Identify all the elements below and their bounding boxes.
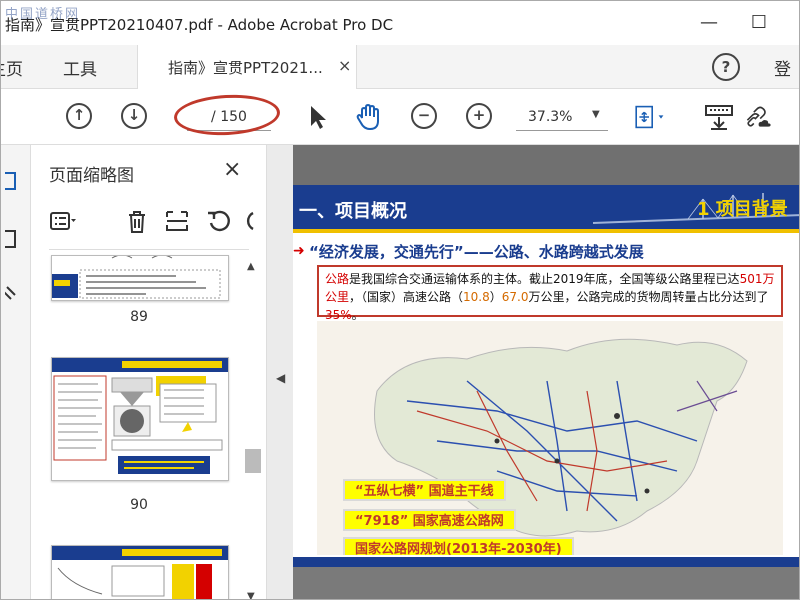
delete-page-icon[interactable] — [123, 207, 151, 235]
zoom-in-icon[interactable]: + — [466, 103, 492, 129]
info-box: 公路是我国综合交通运输体系的主体。截止2019年底，全国等级公路里程已达501万… — [317, 265, 783, 322]
title-bar: 指南》宣贯PPT20210407.pdf - Adobe Acrobat Pro… — [1, 1, 799, 45]
thumbnail-90-preview — [52, 358, 228, 474]
zoom-out-icon[interactable]: − — [411, 103, 437, 129]
select-cursor-icon[interactable] — [301, 101, 333, 133]
watermark: 中国道桥网 — [5, 7, 81, 22]
info-text-1: 是我国综合交通运输体系的主体。截止2019年底，全国等级公路里程已达 — [349, 272, 740, 286]
arrow-bullet-icon: ➜ — [293, 243, 305, 259]
slide-header: 一、项目概况 1 项目背景 — [293, 185, 799, 233]
close-panel-icon[interactable]: × — [223, 157, 241, 182]
document-tab[interactable]: 指南》宣贯PPT2021... × — [137, 45, 357, 89]
header-accent-line — [293, 229, 799, 233]
panel-divider — [49, 249, 249, 250]
info-text-5: 。 — [351, 308, 364, 322]
thumbnail-label-90: 90 — [130, 497, 148, 513]
menu-bar: 主页 工具 指南》宣贯PPT2021... × ? 登 — [1, 45, 799, 89]
info-text-3: ） — [489, 290, 502, 304]
navigation-rail — [1, 145, 31, 599]
page-thumbnails-icon[interactable] — [5, 171, 25, 191]
legend-highway-plan: 国家公路网规划(2013年-2030年) — [343, 537, 574, 555]
slide-section-title: 1 项目背景 — [697, 199, 788, 220]
toolbar: ↑ ↓ / 150 − + 37.3% ▼ — [1, 89, 799, 145]
rotate-clockwise-icon[interactable] — [245, 207, 255, 235]
hand-tool-icon[interactable] — [353, 101, 385, 133]
thumbnails-scrollbar[interactable]: ▲ ▼ — [245, 255, 261, 599]
minimize-button[interactable]: — — [697, 11, 721, 35]
previous-page-icon[interactable]: ↑ — [66, 103, 92, 129]
next-page-icon[interactable]: ↓ — [121, 103, 147, 129]
pdf-page: 一、项目概况 1 项目背景 ➜ “经济发展，交通先行”——公路、水路跨越式发展 … — [293, 185, 799, 599]
attachments-icon[interactable] — [5, 283, 25, 303]
page-bottom-area — [293, 567, 799, 599]
info-highlight-road: 公路 — [325, 272, 350, 286]
close-tab-icon[interactable]: × — [338, 56, 351, 75]
zoom-value: 37.3% — [528, 109, 573, 125]
info-text-2: ，（国家）高速公路（ — [349, 290, 464, 304]
sign-in-link[interactable]: 登 — [774, 55, 791, 80]
thumbnail-options-icon[interactable] — [49, 207, 77, 235]
slide-title: 一、项目概况 — [299, 201, 407, 222]
help-icon[interactable]: ? — [712, 53, 740, 81]
info-highlight-national: 10.8 — [463, 290, 490, 304]
info-highlight-share: 35% — [325, 308, 352, 322]
acrobat-window: 指南》宣贯PPT20210407.pdf - Adobe Acrobat Pro… — [0, 0, 800, 600]
fit-page-icon[interactable] — [633, 101, 665, 133]
slide-subtitle: “经济发展，交通先行”——公路、水路跨越式发展 — [309, 243, 644, 261]
thumbnail-page-91[interactable] — [51, 545, 229, 599]
info-highlight-expressway: 67.0 — [501, 290, 529, 304]
scroll-thumb[interactable] — [245, 449, 261, 473]
slide-footer-band — [293, 557, 799, 567]
thumbnail-label-89: 89 — [130, 309, 148, 325]
tools-tab[interactable]: 工具 — [63, 55, 97, 80]
thumbnail-91-preview — [52, 546, 228, 599]
zoom-dropdown-icon[interactable]: ▼ — [592, 109, 600, 120]
keyboard-icon[interactable] — [703, 101, 735, 133]
thumbnails-title: 页面缩略图 — [49, 166, 134, 186]
home-tab[interactable]: 主页 — [1, 55, 23, 80]
scroll-up-icon[interactable]: ▲ — [247, 261, 255, 272]
panel-collapse-strip[interactable]: ◀ — [267, 145, 293, 599]
thumbnail-page-89[interactable] — [51, 255, 229, 301]
legend-national-expressway: “7918” 国家高速公路网 — [343, 509, 516, 531]
road-network-map: “五纵七横” 国道主干线 “7918” 国家高速公路网 国家公路网规划(2013… — [317, 321, 783, 555]
extract-pages-icon[interactable] — [163, 207, 191, 235]
share-link-icon[interactable] — [741, 101, 773, 133]
thumbnail-89-preview — [52, 256, 221, 299]
rotate-page-icon[interactable] — [205, 207, 233, 235]
info-text-4: 万公里，公路完成的货物周转量占比分达到了 — [528, 290, 769, 304]
maximize-button[interactable]: ☐ — [747, 11, 771, 35]
thumbnail-page-90[interactable] — [51, 357, 229, 481]
collapse-panel-icon[interactable]: ◀ — [276, 371, 285, 385]
thumbnails-panel: 页面缩略图 × 89 90 ▲ ▼ — [31, 145, 267, 599]
bookmarks-icon[interactable] — [5, 229, 25, 249]
scroll-down-icon[interactable]: ▼ — [247, 591, 255, 599]
document-tab-label: 指南》宣贯PPT2021... — [168, 59, 323, 77]
legend-national-trunk: “五纵七横” 国道主干线 — [343, 479, 506, 501]
document-view[interactable]: 一、项目概况 1 项目背景 ➜ “经济发展，交通先行”——公路、水路跨越式发展 … — [293, 145, 799, 599]
